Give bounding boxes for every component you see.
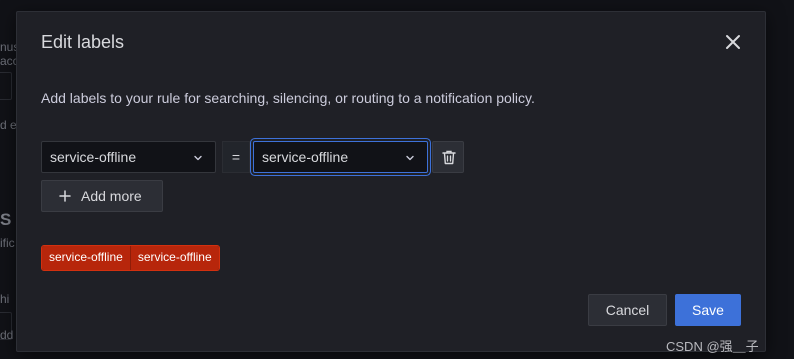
- modal-title: Edit labels: [41, 32, 125, 52]
- label-key-value: service-offline: [50, 149, 137, 165]
- label-value-select[interactable]: service-offline: [253, 141, 428, 173]
- close-button[interactable]: [723, 32, 743, 52]
- background-text: d e: [0, 118, 17, 132]
- tag-value: service-offline: [129, 246, 219, 270]
- add-more-button[interactable]: Add more: [41, 180, 163, 212]
- close-icon: [726, 35, 740, 49]
- watermark-text: CSDN @强＿子: [666, 339, 759, 354]
- cancel-button[interactable]: Cancel: [588, 294, 667, 326]
- chevron-down-icon: [194, 155, 202, 161]
- label-key-select[interactable]: service-offline: [41, 141, 216, 173]
- background-text: ific: [0, 236, 15, 250]
- modal-description: Add labels to your rule for searching, s…: [41, 90, 535, 106]
- operator-equals: =: [222, 141, 250, 173]
- save-button[interactable]: Save: [675, 294, 741, 326]
- label-preview-tag: service-offline service-offline: [41, 245, 220, 271]
- plus-icon: [59, 190, 71, 202]
- remove-label-button[interactable]: [432, 141, 464, 173]
- edit-labels-modal: Edit labels Add labels to your rule for …: [16, 11, 766, 352]
- chevron-down-icon: [406, 155, 414, 161]
- add-more-label: Add more: [81, 188, 142, 204]
- background-text: hi: [0, 292, 10, 306]
- background-input: [0, 72, 12, 100]
- tag-key: service-offline: [42, 246, 130, 270]
- label-value-value: service-offline: [262, 149, 349, 165]
- background-heading: S: [0, 210, 12, 229]
- trash-icon: [442, 150, 456, 165]
- background-text: dd: [0, 328, 14, 342]
